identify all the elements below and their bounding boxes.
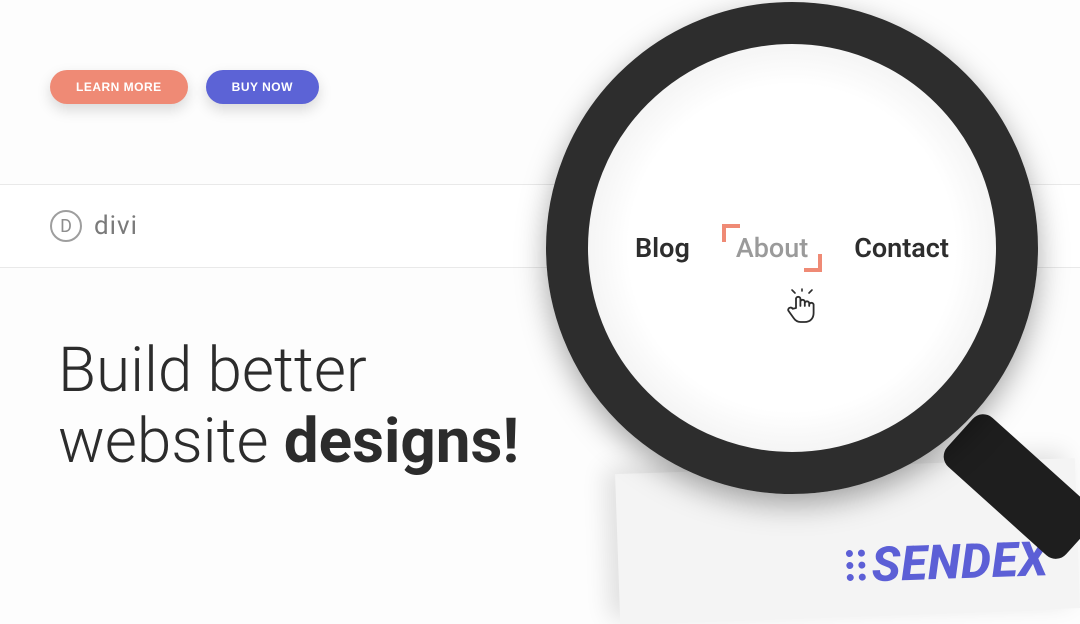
brand-dots-icon — [846, 549, 866, 581]
logo-mark-icon: D — [50, 210, 82, 242]
magnifier-lens: Blog About Contact — [582, 38, 1002, 458]
hero-heading: Build better website designs! — [58, 335, 618, 478]
learn-more-button[interactable]: LEARN MORE — [50, 70, 188, 104]
nav-contact[interactable]: Contact — [854, 232, 949, 264]
magnified-nav: Blog About Contact — [635, 232, 949, 264]
site-logo[interactable]: D divi — [50, 210, 138, 242]
logo-text: divi — [94, 211, 138, 241]
selection-bracket-icon — [804, 254, 822, 272]
buy-now-button[interactable]: BUY NOW — [206, 70, 319, 104]
nav-about-label: About — [736, 232, 808, 264]
brand-name: SENDEX — [871, 530, 1050, 593]
nav-blog[interactable]: Blog — [635, 232, 690, 264]
brand-logo: SENDEX — [846, 530, 1050, 594]
hand-cursor-icon — [782, 288, 822, 328]
selection-bracket-icon — [722, 224, 740, 242]
hero-line-2b: designs! — [284, 405, 519, 478]
hero-line-2: website designs! — [58, 406, 618, 477]
hero-line-1: Build better — [58, 335, 618, 406]
hero-line-2a: website — [58, 405, 284, 478]
nav-about[interactable]: About — [736, 232, 808, 264]
